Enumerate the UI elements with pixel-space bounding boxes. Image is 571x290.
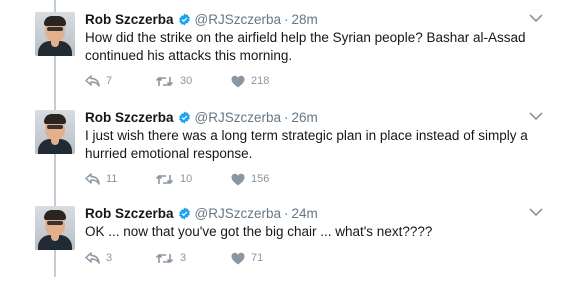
author-name[interactable]: Rob Szczerba [85, 206, 174, 221]
tweet-header: Rob Szczerba @RJSzczerba · 24m [85, 204, 318, 222]
heart-icon [231, 252, 245, 264]
tweet-text: OK ... now that you've got the big chair… [85, 224, 433, 239]
retweet-button[interactable]: 3 [155, 250, 186, 266]
retweet-count: 3 [180, 252, 187, 264]
like-button[interactable]: 71 [231, 250, 263, 266]
author-handle[interactable]: @RJSzczerba [195, 206, 281, 221]
reply-button[interactable]: 7 [85, 73, 112, 89]
tweet-2[interactable]: Rob Szczerba @RJSzczerba · 26m I just wi… [0, 98, 571, 194]
reply-count: 11 [106, 173, 118, 185]
retweet-icon [155, 76, 174, 86]
separator-dot: · [284, 109, 289, 125]
reply-icon [85, 252, 100, 264]
heart-icon [231, 173, 245, 185]
author-handle[interactable]: @RJSzczerba [195, 12, 281, 27]
retweet-button[interactable]: 10 [155, 171, 192, 187]
timestamp[interactable]: 26m [292, 110, 318, 125]
separator-dot: · [284, 205, 289, 221]
tweet-text: I just wish there was a long term strate… [85, 128, 528, 161]
timestamp[interactable]: 28m [292, 12, 318, 27]
tweet-3[interactable]: Rob Szczerba @RJSzczerba · 24m OK ... no… [0, 194, 571, 290]
reply-icon [85, 75, 100, 87]
heart-icon [231, 75, 245, 87]
retweet-icon [155, 253, 174, 263]
tweet-text: How did the strike on the airfield help … [85, 30, 526, 63]
reply-button[interactable]: 11 [85, 171, 117, 187]
reply-count: 7 [106, 75, 113, 87]
tweet-1[interactable]: Rob Szczerba @RJSzczerba · 28m How did t… [0, 0, 571, 96]
verified-badge-icon [178, 111, 190, 123]
like-count: 218 [251, 75, 270, 87]
tweet-header: Rob Szczerba @RJSzczerba · 26m [85, 108, 318, 126]
reply-button[interactable]: 3 [85, 250, 112, 266]
like-button[interactable]: 156 [231, 171, 269, 187]
like-count: 71 [251, 252, 264, 264]
chevron-down-icon[interactable] [528, 12, 544, 24]
retweet-count: 30 [180, 75, 193, 87]
chevron-down-icon[interactable] [528, 206, 544, 218]
author-name[interactable]: Rob Szczerba [85, 110, 174, 125]
verified-badge-icon [178, 13, 190, 25]
avatar[interactable] [35, 206, 75, 250]
retweet-icon [155, 174, 174, 184]
like-button[interactable]: 218 [231, 73, 269, 89]
retweet-button[interactable]: 30 [155, 73, 192, 89]
reply-icon [85, 173, 100, 185]
author-name[interactable]: Rob Szczerba [85, 12, 174, 27]
reply-count: 3 [106, 252, 113, 264]
avatar[interactable] [35, 12, 75, 56]
verified-badge-icon [178, 207, 190, 219]
timestamp[interactable]: 24m [292, 206, 318, 221]
retweet-count: 10 [180, 173, 193, 185]
like-count: 156 [251, 173, 270, 185]
avatar[interactable] [35, 110, 75, 154]
separator-dot: · [284, 11, 289, 27]
author-handle[interactable]: @RJSzczerba [195, 110, 281, 125]
chevron-down-icon[interactable] [528, 110, 544, 122]
tweet-header: Rob Szczerba @RJSzczerba · 28m [85, 10, 318, 28]
